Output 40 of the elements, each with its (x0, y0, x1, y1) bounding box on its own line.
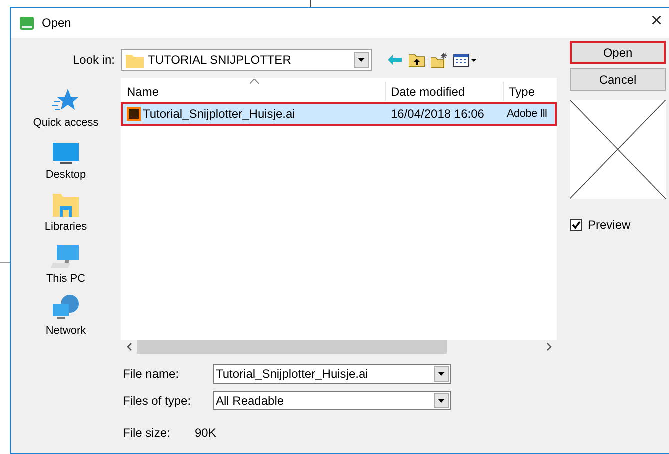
library-folder-icon[interactable] (52, 192, 80, 218)
place-label[interactable]: This PC (46, 270, 86, 287)
file-name: Tutorial_Snijplotter_Huisje.ai (143, 106, 296, 123)
file-type-label: Files of type: (123, 392, 192, 410)
up-folder-icon[interactable] (409, 53, 425, 67)
file-name-label: File name: (123, 366, 180, 383)
scrollbar-thumb[interactable] (137, 340, 447, 354)
place-label[interactable]: Libraries (44, 218, 88, 235)
folder-icon (126, 52, 144, 68)
file-type: Adobe Ill (506, 106, 548, 122)
column-header[interactable]: Name (121, 82, 386, 101)
new-folder-icon[interactable] (431, 52, 448, 68)
column-header[interactable]: Type (504, 82, 557, 101)
scroll-right-icon[interactable] (546, 343, 552, 351)
window-title: Open (42, 15, 72, 32)
view-menu-icon[interactable] (453, 54, 477, 66)
cancel-button[interactable]: Cancel (570, 68, 666, 91)
file-type-dropdown[interactable]: All Readable (213, 391, 451, 410)
open-button[interactable]: Open (570, 41, 666, 64)
app-icon (20, 16, 34, 30)
look-in-label: Look in: (72, 52, 116, 69)
column-header[interactable]: Date modified (386, 82, 504, 101)
look-in-dropdown[interactable]: TUTORIAL SNIJPLOTTER (121, 49, 372, 71)
file-size-label: File size: (123, 425, 172, 442)
star-icon[interactable] (52, 88, 80, 114)
look-in-value: TUTORIAL SNIJPLOTTER (148, 52, 292, 69)
file-row[interactable]: Tutorial_Snijplotter_Huisje.ai 16/04/2018 16:06 Adobe Ill (123, 104, 555, 124)
place-label[interactable]: Desktop (46, 166, 86, 183)
file-date: 16/04/2018 16:06 (390, 106, 486, 123)
file-name-field[interactable]: Tutorial_Snijplotter_Huisje.ai (213, 364, 451, 384)
desktop-icon[interactable] (52, 142, 80, 166)
file-size-value: 90K (195, 425, 216, 442)
preview-checkbox[interactable] (570, 219, 582, 231)
ai-file-icon (127, 107, 141, 121)
network-globe-icon[interactable] (51, 294, 81, 322)
close-button[interactable]: × (651, 11, 663, 31)
place-label[interactable]: Quick access (33, 114, 99, 131)
preview-label: Preview (588, 217, 631, 234)
scroll-left-icon[interactable] (126, 343, 132, 351)
place-label[interactable]: Network (46, 322, 86, 339)
